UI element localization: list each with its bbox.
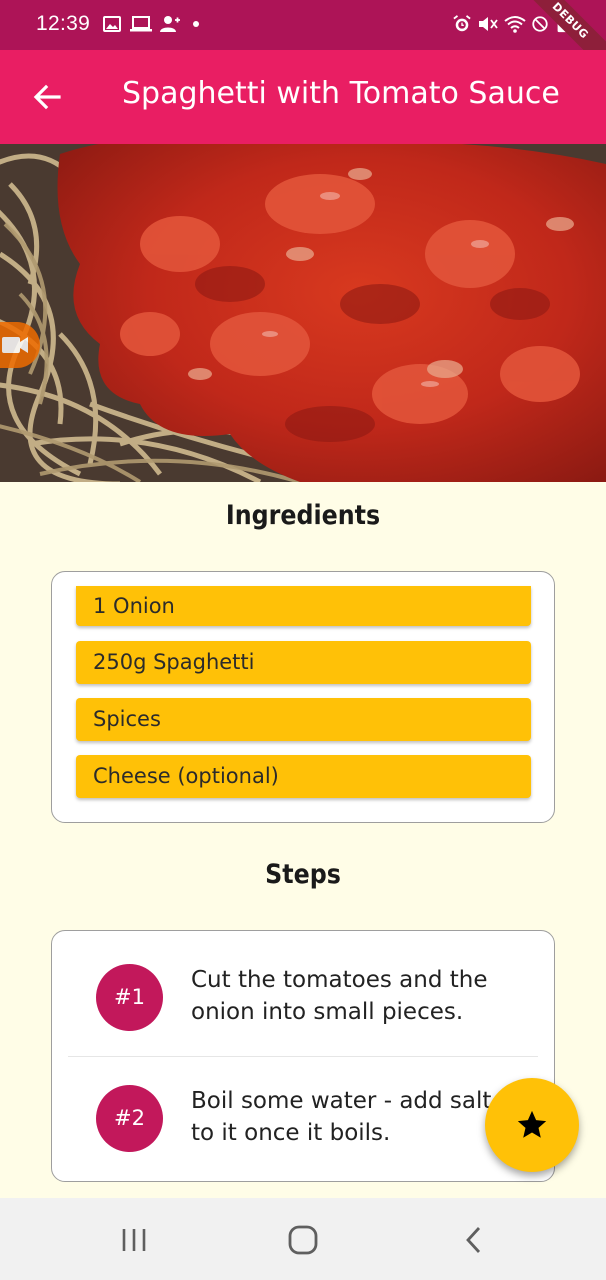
alarm-icon [453,15,471,32]
back-nav-button[interactable] [454,1222,494,1258]
back-button[interactable] [22,72,72,122]
step-item: #2 Boil some water - add salt to it once… [52,1053,554,1173]
block-icon [532,16,548,32]
step-text-line: Boil some water - add salt [191,1088,492,1114]
page-title: Spaghetti with Tomato Sauce [122,76,560,111]
videocam-icon [2,337,28,353]
step-number-badge: #2 [96,1085,163,1152]
notification-dot [193,21,199,27]
wifi-icon [504,16,526,33]
steps-title: Steps [265,859,341,890]
mute-icon [479,17,498,31]
step-text-line: Cut the tomatoes and the [191,967,488,993]
app-bar: Spaghetti with Tomato Sauce [0,50,606,144]
star-icon [517,1110,547,1138]
ingredients-card: 1 Onion 250g Spaghetti Spices Cheese (op… [51,571,555,823]
home-icon [288,1225,318,1255]
back-nav-icon [466,1227,481,1253]
favorite-fab[interactable] [485,1078,579,1172]
list-item: 1 Onion [76,586,531,626]
arrow-back-icon [33,84,61,110]
system-nav-bar [0,1198,606,1280]
recent-apps-button[interactable] [114,1222,154,1258]
recent-apps-icon [122,1229,146,1251]
recipe-image [0,144,606,482]
list-item: Cheese (optional) [76,755,531,798]
image-icon [103,16,121,32]
person-add-icon [160,16,180,32]
laptop-icon [130,16,152,32]
step-text-line: onion into small pieces. [191,999,464,1025]
status-time: 12:39 [36,12,91,35]
ingredients-title: Ingredients [225,500,381,531]
home-button[interactable] [283,1222,323,1258]
camera-badge[interactable] [0,322,40,368]
list-item: 250g Spaghetti [76,641,531,684]
status-bar: 12:39 DEBUG [0,0,606,79]
step-item: #1 Cut the tomatoes and the onion into s… [52,931,554,1051]
list-item: Spices [76,698,531,741]
steps-card: #1 Cut the tomatoes and the onion into s… [51,930,555,1182]
step-text-line: to it once it boils. [191,1120,391,1146]
step-number-badge: #1 [96,964,163,1031]
